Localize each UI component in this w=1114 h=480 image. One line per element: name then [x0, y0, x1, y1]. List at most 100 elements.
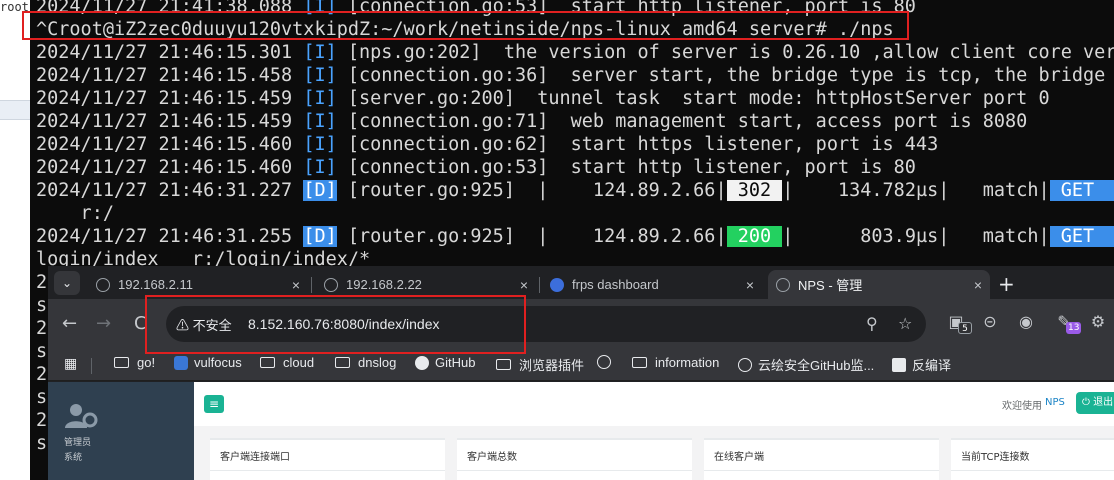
log-level: [I] [303, 134, 337, 155]
card-title: 客户端连接端口 [220, 452, 290, 463]
bookmark-vulfocus[interactable]: vulfocus [174, 355, 242, 370]
tab-divider [311, 277, 312, 293]
tab-close-icon[interactable]: × [292, 277, 300, 293]
log-level: [D] [303, 226, 337, 247]
http-method: GET [1049, 180, 1114, 201]
extension-puzzle-badge-icon[interactable]: ✎ 13 [1054, 312, 1082, 334]
apps-grid-icon[interactable]: ▦ [64, 355, 77, 372]
log-continuation: 2 [36, 318, 48, 339]
welcome-brand: NPS [1045, 397, 1065, 408]
bookmark-label: 反编译 [912, 358, 952, 373]
extensions-puzzle-icon[interactable]: ⚙ [1088, 312, 1108, 332]
terminal-line: r:/ [36, 202, 1114, 225]
log-timestamp: 2024/11/27 21:46:15.301 [36, 42, 293, 63]
log-timestamp: 2024/11/27 21:46:31.227 [36, 180, 293, 201]
log-timing: | 803.9µs| match| [782, 226, 1050, 247]
app-icon [892, 357, 906, 372]
log-timestamp: 2024/11/27 21:46:15.459 [36, 88, 293, 109]
sidebar-system-label: 系统 [64, 453, 83, 463]
tab-frps-dashboard[interactable]: frps dashboard × [542, 270, 762, 299]
tab-close-icon[interactable]: × [746, 277, 754, 293]
log-level: [I] [303, 157, 337, 178]
nps-sidebar: 管理员 系统 [48, 382, 194, 480]
globe-icon [96, 277, 110, 292]
bookmark-dnslog[interactable]: dnslog [335, 355, 396, 370]
extension-badge-count: 13 [1066, 322, 1082, 334]
log-message: [connection.go:36] server start, the bri… [347, 65, 1114, 86]
log-router: [router.go:925] | 124.89.2.66| [347, 226, 727, 247]
log-timestamp: 2024/11/27 21:46:15.460 [36, 134, 293, 155]
address-highlight-box [145, 295, 526, 354]
bookmark-label: cloud [283, 355, 315, 370]
back-button[interactable]: ← [62, 313, 77, 334]
tab-label: frps dashboard [572, 277, 659, 292]
bookmark-decompile[interactable]: 反编译 [892, 355, 951, 374]
tab-search-button[interactable]: ⌄ [54, 271, 80, 295]
bookmark-github-monitor[interactable]: 云绘安全GitHub监... [738, 355, 874, 374]
forward-button[interactable]: → [96, 313, 111, 334]
bookmark-globe[interactable] [597, 355, 617, 369]
nps-dashboard: 管理员 系统 ≡ 欢迎使用 NPS ⏻ 退出 客户端连接端口 客户端总数 在线客… [48, 382, 1114, 480]
admin-avatar-icon [65, 404, 98, 428]
terminal-line: 2024/11/27 21:46:15.460 [I] [connection.… [36, 133, 1114, 156]
log-continuation: s [36, 387, 48, 408]
log-message: [connection.go:62] start https listener,… [347, 134, 939, 155]
log-continuation: 2 [36, 364, 48, 385]
new-tab-button[interactable]: + [998, 272, 1015, 296]
shield-icon [174, 355, 188, 370]
log-timestamp: 2024/11/27 21:46:15.458 [36, 65, 293, 86]
menu-toggle-button[interactable]: ≡ [204, 395, 224, 413]
tab-label: NPS - 管理 [798, 278, 863, 293]
terminal-line: 2024/11/27 21:46:15.459 [I] [connection.… [36, 110, 1114, 133]
tab-close-icon[interactable]: × [974, 277, 982, 293]
card-title: 当前TCP连接数 [961, 452, 1030, 463]
log-level: [I] [303, 65, 337, 86]
background-divider [0, 100, 30, 120]
logout-button[interactable]: ⏻ 退出 [1076, 392, 1114, 414]
log-message: [nps.go:202] the version of server is 0.… [347, 42, 1114, 63]
globe-icon [597, 355, 611, 369]
bookmark-information[interactable]: information [632, 355, 719, 370]
extension-badge-icon[interactable]: ▣ 5 [946, 312, 972, 334]
star-icon[interactable]: ☆ [898, 314, 912, 333]
log-timestamp: 2024/11/27 21:46:31.255 [36, 226, 293, 247]
bookmark-browser-plugins[interactable]: 浏览器插件 [496, 355, 584, 374]
folder-icon [260, 357, 275, 368]
terminal-line: 2024/11/27 21:46:15.458 [I] [connection.… [36, 64, 1114, 87]
bookmarks-divider [91, 358, 92, 374]
github-icon [415, 355, 429, 370]
command-highlight-box [22, 11, 909, 40]
log-continuation: s [36, 433, 48, 454]
log-level: [I] [303, 42, 337, 63]
http-status: 200 [726, 226, 783, 247]
bookmark-label: GitHub [435, 355, 476, 370]
bookmark-cloud[interactable]: cloud [260, 355, 314, 370]
tab-nps-manage[interactable]: NPS - 管理 × [768, 270, 990, 299]
terminal-line: 2024/11/27 21:46:31.227 [D] [router.go:9… [36, 179, 1114, 202]
card-divider [951, 470, 1114, 471]
bookmark-label: information [655, 355, 720, 370]
tab-close-icon[interactable]: × [520, 277, 528, 293]
log-timestamp: 2024/11/27 21:46:15.459 [36, 111, 293, 132]
bookmark-go[interactable]: go! [114, 355, 155, 370]
terminal-line: 2024/11/27 21:46:15.459 [I] [server.go:2… [36, 87, 1114, 110]
bookmark-label: 浏览器插件 [519, 358, 585, 373]
bookmark-label: go! [137, 355, 156, 370]
card-divider [210, 470, 445, 471]
sidebar-role-label: 管理员 [64, 438, 92, 448]
extension-minus-icon[interactable]: ⊝ [980, 312, 1000, 332]
log-continuation: s [36, 295, 48, 316]
http-method: GET [1049, 226, 1114, 247]
log-level: [I] [303, 88, 337, 109]
zoom-icon[interactable]: ⚲ [866, 314, 878, 333]
folder-icon [632, 357, 647, 368]
folder-icon [335, 357, 350, 368]
terminal-line: 2024/11/27 21:46:15.460 [I] [connection.… [36, 156, 1114, 179]
extension-glasses-icon[interactable]: ◉ [1016, 312, 1036, 332]
log-timing: | 134.782µs| match| [782, 180, 1050, 201]
card-tcp-connections: 当前TCP连接数 [951, 438, 1114, 480]
nps-topbar: ≡ 欢迎使用 NPS ⏻ 退出 [194, 382, 1114, 426]
log-continuation: 2 [36, 272, 48, 293]
frps-icon [550, 277, 564, 292]
bookmark-github[interactable]: GitHub [415, 355, 475, 370]
